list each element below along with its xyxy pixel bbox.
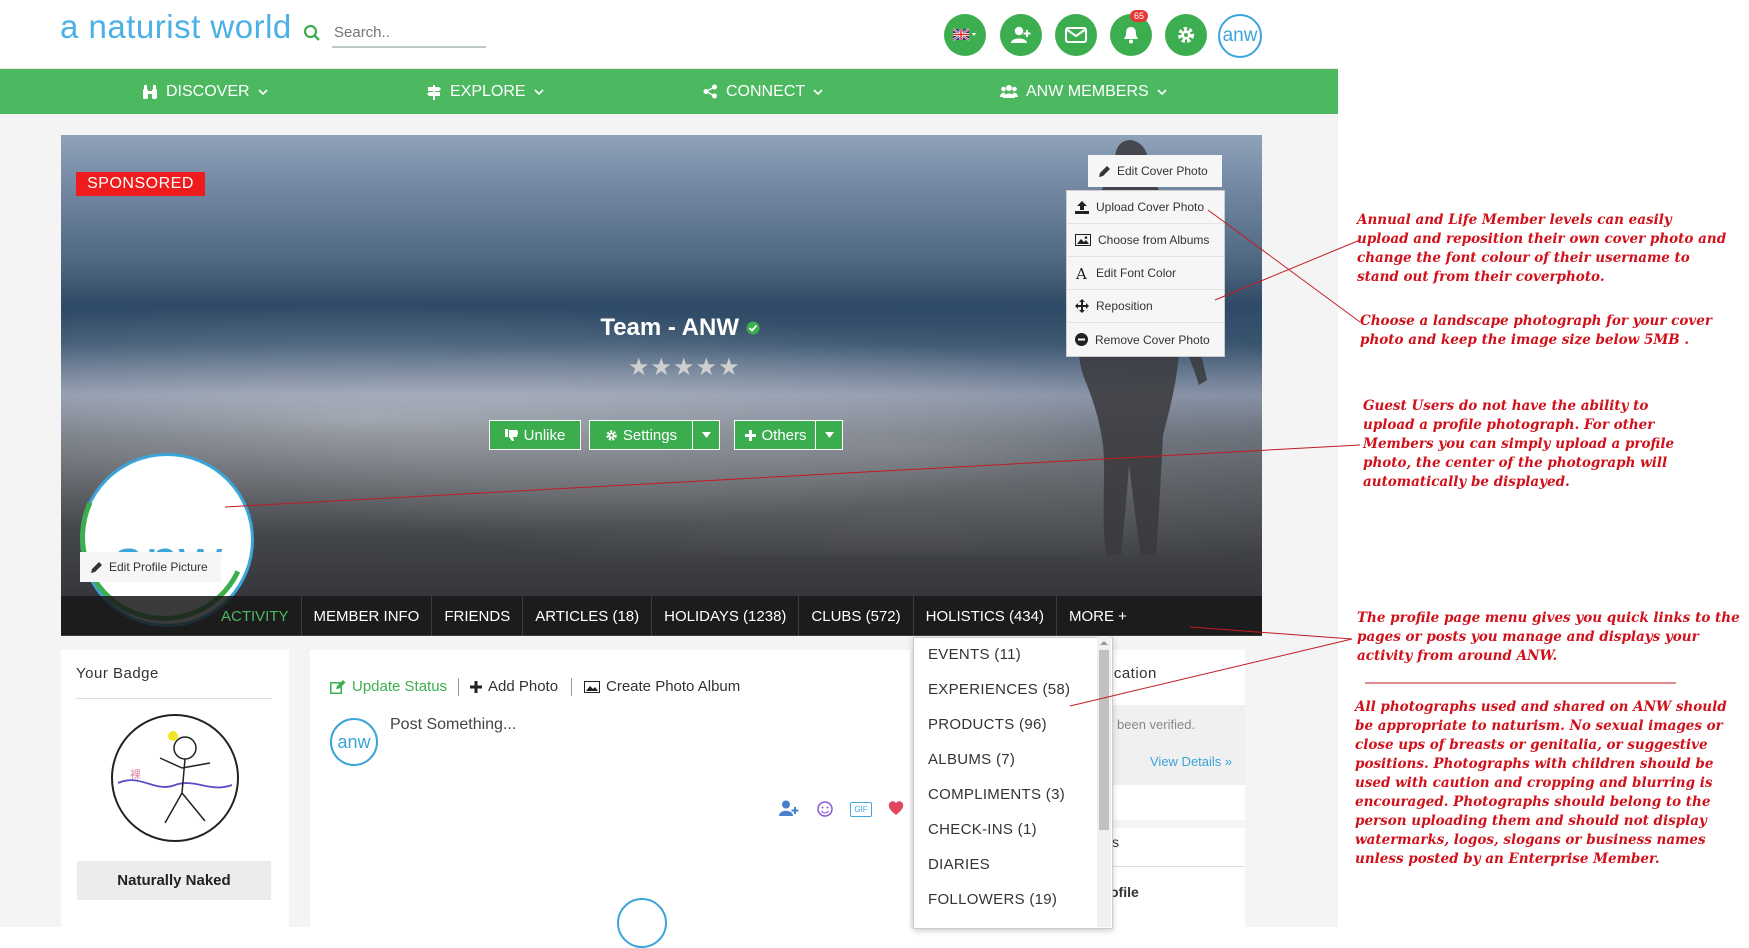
annotation-line-menu-1: [1189, 626, 1353, 640]
annotation-profile-menu: The profile page menu gives you quick li…: [1357, 610, 1740, 664]
annotation-line-profile: [224, 444, 1361, 508]
annotation-photo-guidelines: All photographs used and shared on ANW s…: [1355, 699, 1727, 867]
annotation-line-cover-2: [1214, 239, 1361, 301]
annotation-cover-upload: Annual and Life Member levels can easily…: [1357, 212, 1727, 285]
annotation-line-menu-2: [1069, 638, 1353, 707]
annotation-profile-photo: Guest Users do not have the ability to u…: [1363, 398, 1675, 490]
annotation-line-cover-1: [1207, 209, 1361, 323]
annotation-cover-size: Choose a landscape photograph for your c…: [1360, 313, 1712, 348]
